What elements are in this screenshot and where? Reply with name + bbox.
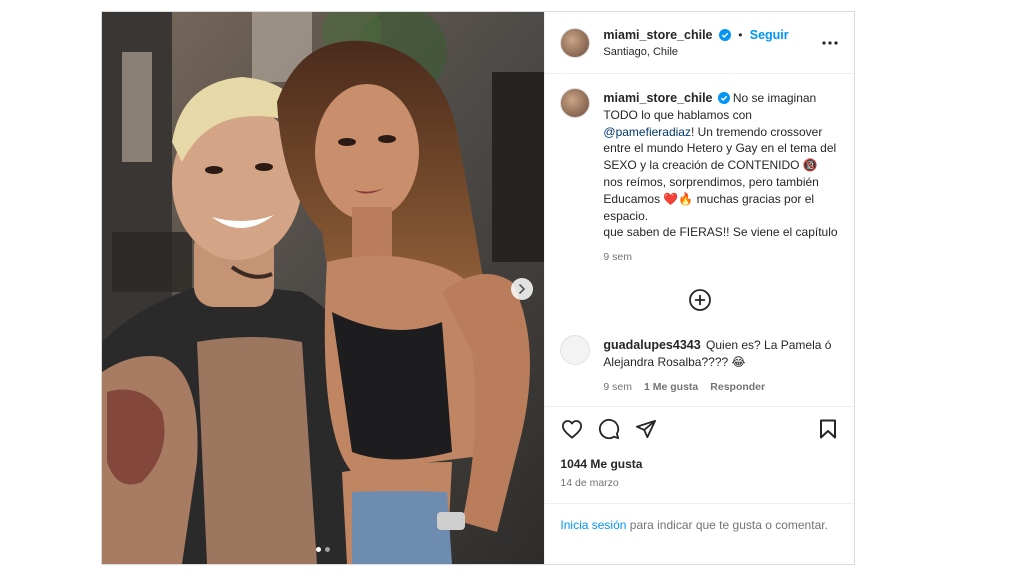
caption-meta: 9 sem xyxy=(603,249,839,266)
load-more-comments-icon[interactable] xyxy=(688,288,712,312)
verified-badge-icon xyxy=(717,92,730,104)
more-options-icon xyxy=(822,40,838,45)
bookmark-icon xyxy=(820,419,836,439)
next-slide-button[interactable] xyxy=(511,278,533,300)
post-photo[interactable] xyxy=(102,12,545,564)
carousel-dot xyxy=(316,547,322,552)
avatar[interactable] xyxy=(560,334,591,365)
login-link[interactable]: Inicia sesión xyxy=(560,518,626,532)
avatar[interactable] xyxy=(560,27,591,58)
reply-button[interactable]: Responder xyxy=(710,379,765,396)
post-header: miami_store_chile • Seguir Santiago, Chi… xyxy=(545,12,854,74)
load-more-comments xyxy=(560,288,839,312)
separator: • xyxy=(738,27,743,42)
caption-body: miami_store_chile No se imaginan TODO lo… xyxy=(603,90,839,266)
action-bar xyxy=(560,417,840,441)
follow-button[interactable]: Seguir xyxy=(750,28,789,42)
next-arrow-icon xyxy=(519,284,525,294)
comment-item: guadalupes4343 Quien es? La Pamela ó Ale… xyxy=(560,334,839,395)
comment-icon xyxy=(599,418,620,440)
comments-section: miami_store_chile No se imaginan TODO lo… xyxy=(545,74,854,406)
post-date[interactable]: 14 de marzo xyxy=(560,477,840,489)
header-info: miami_store_chile • Seguir Santiago, Chi… xyxy=(603,28,820,58)
verified-badge-icon xyxy=(718,28,731,41)
heart-icon xyxy=(562,420,583,439)
share-icon xyxy=(636,419,657,439)
comment-body: guadalupes4343 Quien es? La Pamela ó Ale… xyxy=(603,337,839,395)
post-side-panel: miami_store_chile • Seguir Santiago, Chi… xyxy=(544,12,854,564)
share-button[interactable] xyxy=(634,417,658,441)
login-prompt: Inicia sesión para indicar que te gusta … xyxy=(545,503,854,534)
carousel-indicator xyxy=(102,547,544,552)
caption-text: que saben de FIERAS!! Se viene el capítu… xyxy=(603,225,838,240)
caption: miami_store_chile No se imaginan TODO lo… xyxy=(560,88,839,266)
save-button[interactable] xyxy=(816,417,840,441)
comment-meta: 9 sem 1 Me gusta Responder xyxy=(603,379,839,396)
carousel-dot xyxy=(325,547,331,552)
likes-count[interactable]: 1044 Me gusta xyxy=(560,457,840,471)
mention-link[interactable]: @pamefieradiaz xyxy=(603,125,691,139)
login-text: para indicar que te gusta o comentar. xyxy=(626,518,828,532)
comment-likes[interactable]: 1 Me gusta xyxy=(644,379,698,396)
instagram-post: miami_store_chile • Seguir Santiago, Chi… xyxy=(101,11,855,565)
avatar[interactable] xyxy=(560,88,591,118)
caption-text: ! Un tremendo crossover entre el mundo H… xyxy=(603,124,837,223)
caption-username[interactable]: miami_store_chile xyxy=(603,91,712,105)
actions-section: 1044 Me gusta 14 de marzo Inicia sesión … xyxy=(545,406,854,564)
location-link[interactable]: Santiago, Chile xyxy=(603,46,820,58)
username-link[interactable]: miami_store_chile xyxy=(603,28,712,42)
comment-button[interactable] xyxy=(597,417,621,441)
more-options-button[interactable] xyxy=(820,33,840,53)
comment-username[interactable]: guadalupes4343 xyxy=(603,338,700,352)
post-image xyxy=(102,12,545,564)
timestamp[interactable]: 9 sem xyxy=(603,379,632,396)
like-button[interactable] xyxy=(560,417,584,441)
timestamp[interactable]: 9 sem xyxy=(603,249,632,266)
